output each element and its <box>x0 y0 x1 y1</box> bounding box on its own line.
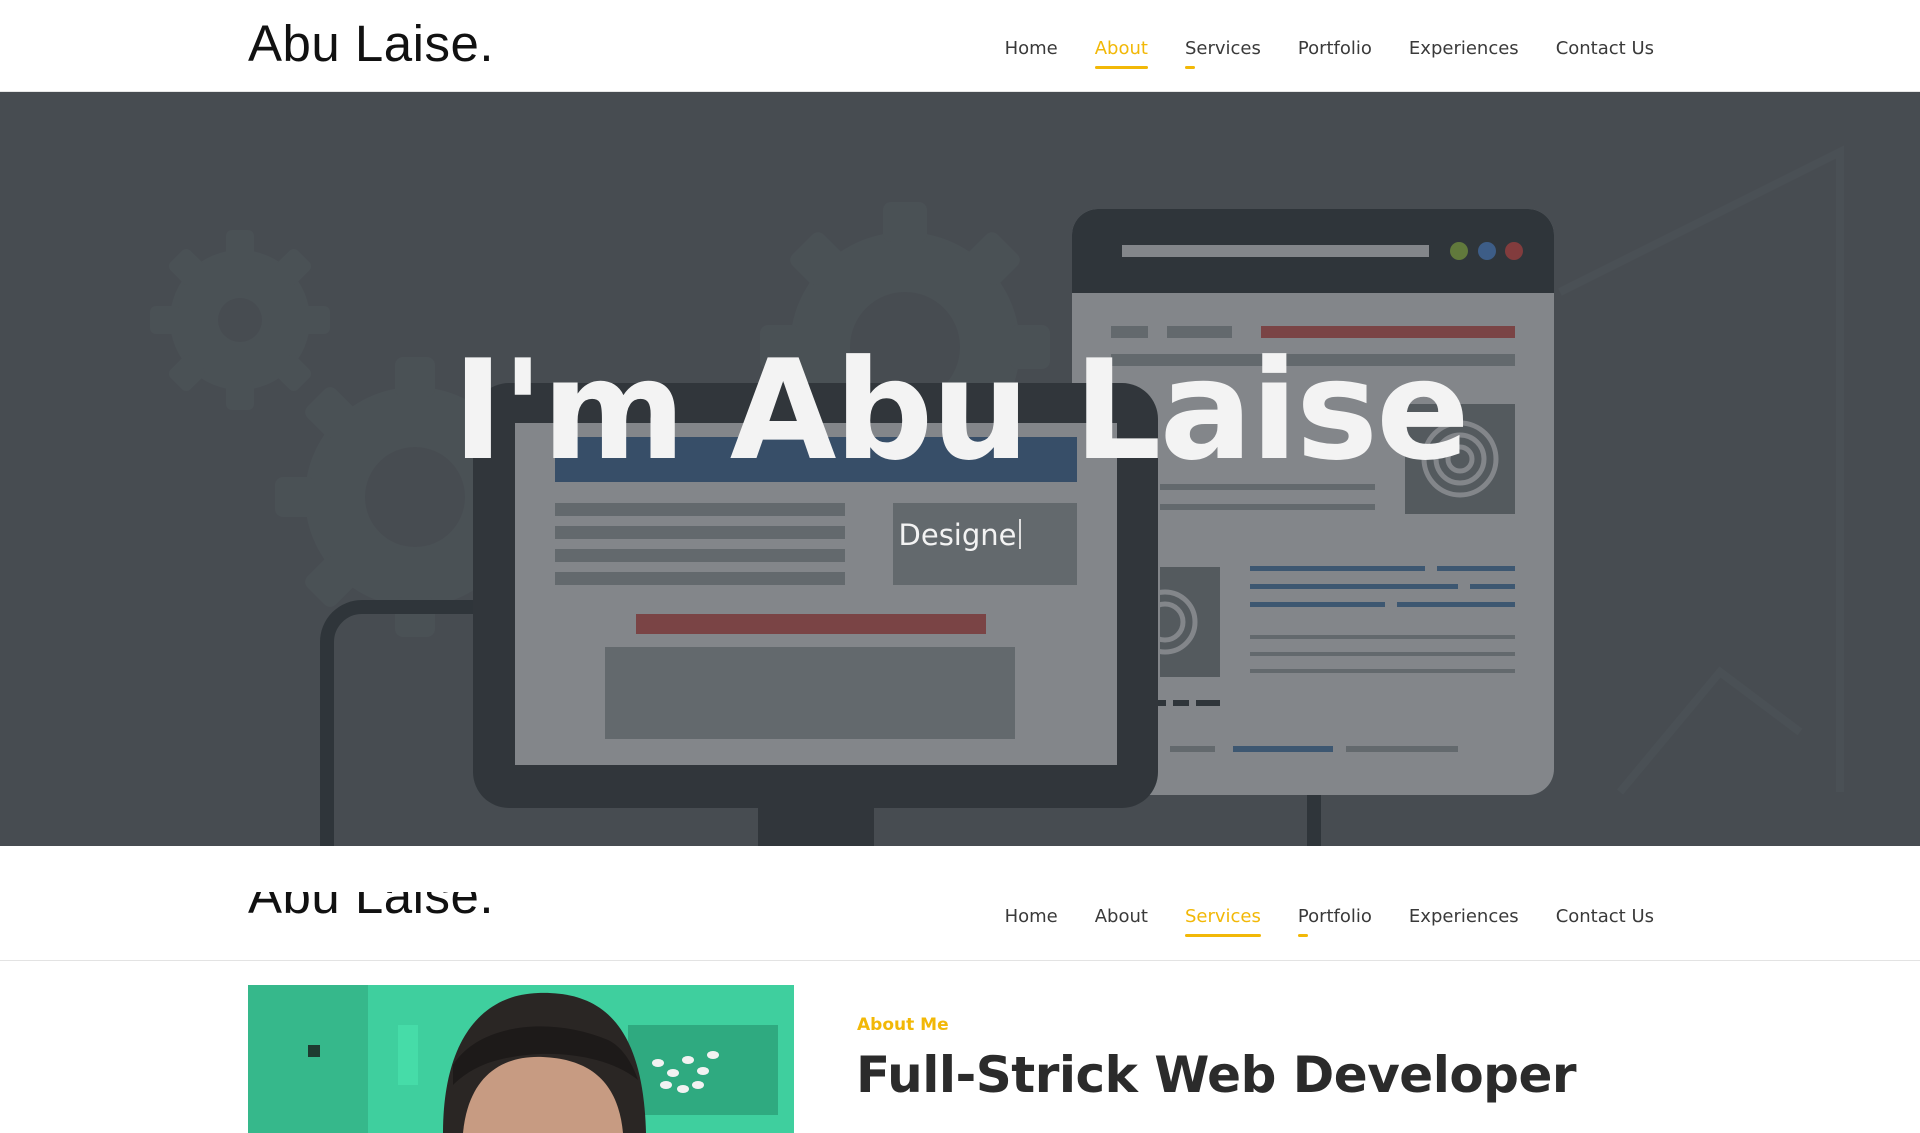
about-kicker: About Me <box>857 1015 949 1035</box>
nav-portfolio-link[interactable]: Portfolio <box>1298 38 1372 65</box>
main-menu: Home About Services Portfolio Experience… <box>1005 38 1654 69</box>
sticky-main-menu: Home About Services Portfolio Experience… <box>1005 906 1654 937</box>
hero-title: I'm Abu Laise <box>452 330 1469 491</box>
sticky-nav-about-link[interactable]: About <box>1095 906 1148 933</box>
about-heading: Full-Strick Web Developer <box>856 1046 1577 1104</box>
sticky-nav-experiences-link[interactable]: Experiences <box>1409 906 1519 933</box>
nav-services-link[interactable]: Services <box>1184 38 1261 69</box>
hero-section: I'm Abu Laise Designe <box>0 92 1920 846</box>
about-section: About Me Full-Strick Web Developer <box>0 962 1920 1133</box>
sticky-nav-services-link[interactable]: Services <box>1184 906 1261 937</box>
sticky-nav-portfolio-link[interactable]: Portfolio <box>1297 906 1372 937</box>
profile-photo-graphic <box>248 985 794 1133</box>
profile-photo <box>248 985 794 1133</box>
sticky-site-logo[interactable]: Abu Laise. <box>248 892 494 932</box>
nav-about-link[interactable]: About <box>1094 38 1149 69</box>
hero-typed-text: Designe <box>0 518 1920 552</box>
nav-experiences-link[interactable]: Experiences <box>1409 38 1519 65</box>
nav-contact-link[interactable]: Contact Us <box>1556 38 1654 65</box>
sticky-navbar: Abu Laise. Home About Services Portfolio… <box>0 846 1920 961</box>
site-logo[interactable]: Abu Laise. <box>248 14 494 73</box>
typing-caret <box>1019 519 1022 549</box>
typed-role: Designe <box>898 518 1017 552</box>
sticky-logo-text: Abu Laise. <box>248 892 495 924</box>
sticky-nav-home-link[interactable]: Home <box>1005 906 1058 933</box>
sticky-nav-contact-link[interactable]: Contact Us <box>1556 906 1654 933</box>
nav-home-link[interactable]: Home <box>1005 38 1058 65</box>
top-navbar: Abu Laise. Home About Services Portfolio… <box>0 0 1920 92</box>
